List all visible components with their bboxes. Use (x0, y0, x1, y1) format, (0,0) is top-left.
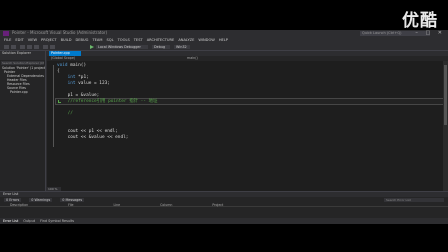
editor-scrollbar[interactable] (443, 61, 448, 191)
errors-filter-button[interactable]: 0 Errors (4, 198, 22, 202)
messages-filter-button[interactable]: 0 Messages (60, 198, 85, 202)
warnings-filter-button[interactable]: 0 Warnings (29, 198, 53, 202)
code-line: void main() (57, 63, 87, 68)
undo-icon[interactable] (43, 45, 48, 49)
solution-explorer-toolbar (0, 56, 45, 60)
forward-icon[interactable] (11, 45, 16, 49)
error-list-header: Description File Line Column Project (0, 203, 448, 207)
code-line: int value = 123; (57, 81, 110, 86)
visual-studio-window: Pointer - Microsoft Visual Studio (Admin… (0, 30, 448, 224)
solution-explorer: Solution Explorer Search Solution Explor… (0, 51, 46, 191)
back-icon[interactable] (4, 45, 9, 49)
code-line: cout << &value << endl; (57, 135, 129, 140)
code-comment-line: //reference引用 pointer 指针 -- 地址 (57, 99, 158, 104)
error-list-search-input[interactable]: Search Error List (384, 198, 444, 202)
column-file[interactable]: File (68, 203, 73, 207)
save-icon[interactable] (34, 45, 39, 49)
standard-toolbar: Local Windows Debugger Debug Win32 (0, 43, 448, 51)
title-bar: Pointer - Microsoft Visual Studio (Admin… (0, 30, 448, 37)
platform-dropdown[interactable]: Win32 (174, 45, 190, 49)
error-list-panel: Error List 0 Errors 0 Warnings 0 Message… (0, 191, 448, 218)
column-column[interactable]: Column (160, 203, 172, 207)
youku-watermark: 优酷 (402, 11, 438, 31)
letterbox-top (0, 0, 448, 30)
code-editor: Pointer.cpp (Global Scope) main() void m… (47, 51, 448, 191)
column-description[interactable]: Description (10, 203, 28, 207)
visual-studio-icon (3, 31, 9, 36)
start-debugging-icon[interactable] (90, 45, 94, 49)
redo-icon[interactable] (50, 45, 55, 49)
scrollbar-thumb[interactable] (444, 65, 447, 125)
new-file-icon[interactable] (20, 45, 25, 49)
outlining-guide (53, 65, 54, 147)
open-file-icon[interactable] (27, 45, 32, 49)
solution-search-input[interactable]: Search Solution Explorer (Ctrl+;) (1, 61, 44, 65)
code-comment-line: // (57, 111, 73, 116)
code-area[interactable]: void main() { int *p1; int value = 123; … (47, 61, 448, 191)
tree-item-pointer-cpp[interactable]: Pointer.cpp (0, 90, 45, 94)
quick-launch-placeholder: Quick Launch (Ctrl+Q) (362, 31, 402, 35)
column-line[interactable]: Line (114, 203, 121, 207)
debugger-button[interactable]: Local Windows Debugger (96, 45, 148, 49)
configuration-dropdown[interactable]: Debug (152, 45, 170, 49)
window-controls[interactable]: – □ ✕ (415, 30, 445, 36)
column-project[interactable]: Project (212, 203, 223, 207)
letterbox-bottom (0, 224, 448, 252)
window-title: Pointer - Microsoft Visual Studio (Admin… (12, 30, 108, 35)
